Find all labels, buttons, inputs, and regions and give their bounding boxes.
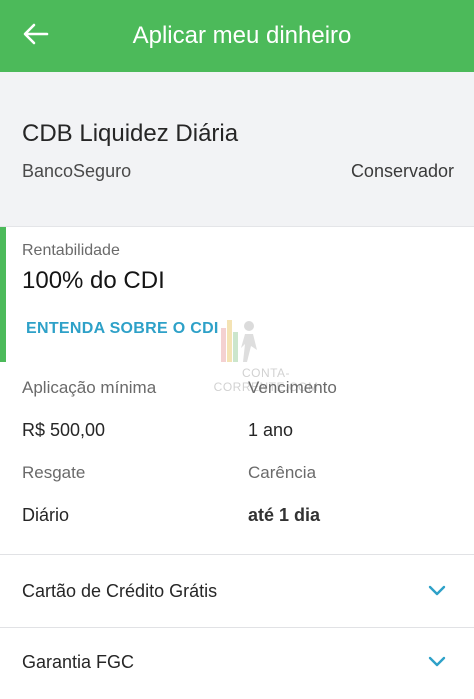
risk-profile: Conservador — [350, 161, 454, 181]
rentabilidade-value: 100% do CDI — [22, 267, 165, 294]
chevron-down-icon — [428, 585, 446, 596]
detail-grace-period: Carência até 1 dia — [248, 463, 320, 526]
app-bar: Aplicar meu dinheiro — [0, 0, 474, 72]
detail-value: Diário — [22, 505, 70, 525]
watermark-logo-icon — [221, 320, 257, 362]
cdi-info-link[interactable]: ENTENDA SOBRE O CDI — [26, 320, 219, 338]
product-header: CDB Liquidez Diária BancoSeguro Conserva… — [0, 72, 474, 227]
bank-name: BancoSeguro — [22, 161, 132, 181]
chevron-down-icon — [428, 656, 446, 667]
detail-value: até 1 dia — [248, 505, 321, 525]
watermark: CONTA-CORRENTE.COM — [213, 316, 319, 394]
page-title: Aplicar meu dinheiro — [132, 22, 352, 49]
detail-label: Carência — [248, 463, 317, 482]
accent-bar — [0, 227, 6, 362]
expandable-free-credit-card[interactable]: Cartão de Crédito Grátis — [0, 557, 474, 627]
rentabilidade-label: Rentabilidade — [22, 242, 120, 259]
detail-label: Aplicação mínima — [22, 378, 157, 397]
expandable-label: Cartão de Crédito Grátis — [22, 581, 218, 601]
product-name: CDB Liquidez Diária — [22, 120, 239, 147]
expandable-label: Garantia FGC — [22, 652, 135, 672]
detail-label: Resgate — [22, 463, 86, 482]
detail-label: Vencimento — [248, 378, 337, 397]
detail-maturity: Vencimento 1 ano — [248, 378, 337, 441]
detail-redemption: Resgate Diário — [22, 463, 85, 526]
expandable-fgc-guarantee[interactable]: Garantia FGC — [0, 628, 474, 698]
detail-value: R$ 500,00 — [22, 420, 106, 440]
divider — [0, 554, 474, 555]
detail-min-investment: Aplicação mínima R$ 500,00 — [22, 378, 156, 441]
detail-value: 1 ano — [248, 420, 294, 440]
